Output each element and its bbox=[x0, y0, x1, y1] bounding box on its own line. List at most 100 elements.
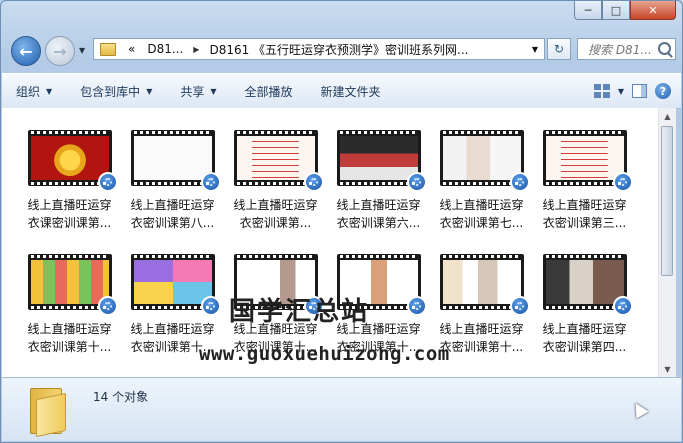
share-label: 共享 bbox=[180, 84, 205, 99]
minimize-button[interactable]: ─ bbox=[574, 1, 602, 20]
close-button[interactable]: ✕ bbox=[630, 1, 676, 20]
media-player-icon bbox=[509, 296, 530, 316]
new-folder-button[interactable]: 新建文件夹 bbox=[307, 83, 395, 100]
file-item[interactable]: 线上直播旺运穿 衣密训课第七... bbox=[430, 130, 533, 232]
thumbnail-frame bbox=[442, 136, 521, 180]
media-player-icon bbox=[97, 172, 118, 192]
thumbnail-frame bbox=[545, 136, 624, 180]
recent-pages-dropdown-icon[interactable]: ▼ bbox=[79, 46, 85, 55]
file-name: 线上直播旺运穿 衣密训课第六... bbox=[328, 196, 429, 232]
preview-pane-icon[interactable] bbox=[632, 84, 647, 98]
chevron-down-icon: ▼ bbox=[210, 86, 217, 96]
item-count: 14 个对象 bbox=[93, 390, 149, 404]
file-item[interactable]: 线上直播旺运穿 衣密训课第六... bbox=[327, 130, 430, 232]
video-thumbnail bbox=[27, 254, 118, 316]
file-item[interactable]: 线上直播旺运穿 衣密训课第十... bbox=[121, 254, 224, 356]
file-name: 线上直播旺运穿 衣密训课第十... bbox=[19, 320, 120, 356]
address-bar[interactable]: « D81... ▶ D8161 《五行旺运穿衣预测学》密训班系列网... ▼ bbox=[93, 38, 545, 60]
file-name-line1: 线上直播旺运穿 bbox=[27, 198, 112, 212]
video-thumbnail bbox=[542, 254, 633, 316]
thumbnail-frame bbox=[339, 136, 418, 180]
video-thumbnail bbox=[439, 254, 530, 316]
video-thumbnail bbox=[130, 130, 221, 192]
video-thumbnail bbox=[542, 130, 633, 192]
video-thumbnail bbox=[27, 130, 118, 192]
file-list[interactable]: 线上直播旺运穿 衣课密训课第... 线上直播旺运穿 衣密训课第八... 线上直播旺运穿衣… bbox=[2, 108, 658, 377]
chevron-down-icon[interactable]: ▼ bbox=[618, 87, 624, 96]
file-item[interactable]: 线上直播旺运穿 衣密训课第十... bbox=[18, 254, 121, 356]
thumbnail-frame bbox=[442, 260, 521, 304]
video-thumbnail bbox=[130, 254, 221, 316]
media-player-icon bbox=[200, 296, 221, 316]
explorer-window: ─ □ ✕ ← → ▼ « D81... ▶ D8161 《五行旺运穿衣预测学》… bbox=[0, 0, 683, 443]
scroll-down-icon[interactable]: ▼ bbox=[659, 361, 676, 377]
file-name: 线上直播旺运穿 衣密训课第三... bbox=[534, 196, 635, 232]
help-icon[interactable]: ? bbox=[655, 83, 671, 99]
file-name-line1: 线上直播旺运穿 bbox=[27, 322, 112, 336]
breadcrumb-current[interactable]: D8161 《五行旺运穿衣预测学》密训班系列网... bbox=[203, 41, 474, 58]
file-item[interactable]: 线上直播旺运穿 衣密训课第八... bbox=[121, 130, 224, 232]
address-dropdown-icon[interactable]: ▼ bbox=[526, 45, 544, 54]
file-name-line2: 衣密训课第三... bbox=[542, 216, 627, 230]
maximize-button[interactable]: □ bbox=[602, 1, 630, 20]
thumbnail-frame bbox=[30, 260, 109, 304]
file-name-line2: 衣密训课第六... bbox=[336, 216, 421, 230]
file-name-line1: 线上直播旺运穿 bbox=[542, 322, 627, 336]
media-player-icon bbox=[612, 296, 633, 316]
play-all-button[interactable]: 全部播放 bbox=[231, 83, 307, 100]
media-player-icon bbox=[97, 296, 118, 316]
chevron-down-icon: ▼ bbox=[146, 86, 153, 96]
command-toolbar: 组织 ▼ 包含到库中 ▼ 共享 ▼ 全部播放 新建文件夹 ▼ ? bbox=[2, 73, 681, 109]
file-item[interactable]: 线上直播旺运穿 衣课密训课第... bbox=[18, 130, 121, 232]
watermark-url: www.guoxuehuizong.com bbox=[199, 343, 450, 365]
refresh-button[interactable]: ↻ bbox=[547, 38, 571, 60]
navigation-bar: ← → ▼ « D81... ▶ D8161 《五行旺运穿衣预测学》密训班系列网… bbox=[9, 34, 676, 66]
vertical-scrollbar[interactable]: ▲ ▼ bbox=[658, 108, 676, 377]
file-name-line1: 线上直播旺运穿 bbox=[130, 322, 215, 336]
file-name: 线上直播旺运穿 衣密训课第八... bbox=[122, 196, 223, 232]
forward-button[interactable]: → bbox=[45, 36, 75, 66]
forward-arrow-icon: → bbox=[53, 41, 67, 61]
file-name: 线上直播旺运穿 衣课密训课第... bbox=[19, 196, 120, 232]
media-player-icon bbox=[303, 172, 324, 192]
file-item[interactable]: 线上直播旺运穿 衣密训课第... bbox=[224, 130, 327, 232]
file-item[interactable]: 线上直播旺运穿 衣密训课第十... bbox=[430, 254, 533, 356]
file-name-line1: 线上直播旺运穿 bbox=[542, 198, 627, 212]
file-name-line1: 线上直播旺运穿 bbox=[439, 322, 524, 336]
thumbnail-frame bbox=[30, 136, 109, 180]
chevron-right-icon[interactable]: ▶ bbox=[189, 45, 203, 54]
file-item[interactable]: 线上直播旺运穿 衣密训课第四... bbox=[533, 254, 636, 356]
refresh-icon: ↻ bbox=[553, 42, 565, 56]
file-name-line1: 线上直播旺运穿 bbox=[439, 198, 524, 212]
thumbnail-frame bbox=[545, 260, 624, 304]
file-name: 线上直播旺运穿 衣密训课第... bbox=[225, 196, 326, 232]
file-item[interactable]: 线上直播旺运穿 衣密训课第三... bbox=[533, 130, 636, 232]
file-name-line2: 衣密训课第七... bbox=[439, 216, 524, 230]
file-name-line2: 衣课密训课第... bbox=[27, 216, 112, 230]
media-player-icon bbox=[406, 296, 427, 316]
chevron-down-icon: ▼ bbox=[46, 86, 53, 96]
media-player-icon bbox=[406, 172, 427, 192]
scrollbar-thumb[interactable] bbox=[661, 126, 673, 276]
media-player-icon bbox=[509, 172, 530, 192]
file-name-line2: 衣密训课第十... bbox=[27, 340, 112, 354]
video-thumbnail bbox=[233, 130, 324, 192]
media-player-icon bbox=[612, 172, 633, 192]
watermark-title: 国学汇总站 bbox=[229, 297, 370, 327]
file-name-line1: 线上直播旺运穿 bbox=[130, 198, 215, 212]
share-menu[interactable]: 共享 ▼ bbox=[166, 83, 230, 100]
include-in-library-menu[interactable]: 包含到库中 ▼ bbox=[66, 83, 166, 100]
organize-menu[interactable]: 组织 ▼ bbox=[2, 83, 66, 100]
details-pane: 14 个对象 bbox=[2, 377, 681, 441]
search-input[interactable]: 搜索 D81... bbox=[577, 38, 676, 60]
video-thumbnail bbox=[439, 130, 530, 192]
breadcrumb-parent[interactable]: D81... bbox=[141, 42, 189, 56]
file-name: 线上直播旺运穿 衣密训课第四... bbox=[534, 320, 635, 356]
back-button[interactable]: ← bbox=[11, 36, 41, 66]
folder-icon bbox=[100, 42, 116, 56]
scroll-up-icon[interactable]: ▲ bbox=[659, 108, 676, 124]
breadcrumb-overflow[interactable]: « bbox=[122, 42, 141, 56]
change-view-icon[interactable] bbox=[593, 84, 610, 98]
search-placeholder: 搜索 D81... bbox=[588, 42, 652, 57]
back-arrow-icon: ← bbox=[19, 41, 33, 61]
